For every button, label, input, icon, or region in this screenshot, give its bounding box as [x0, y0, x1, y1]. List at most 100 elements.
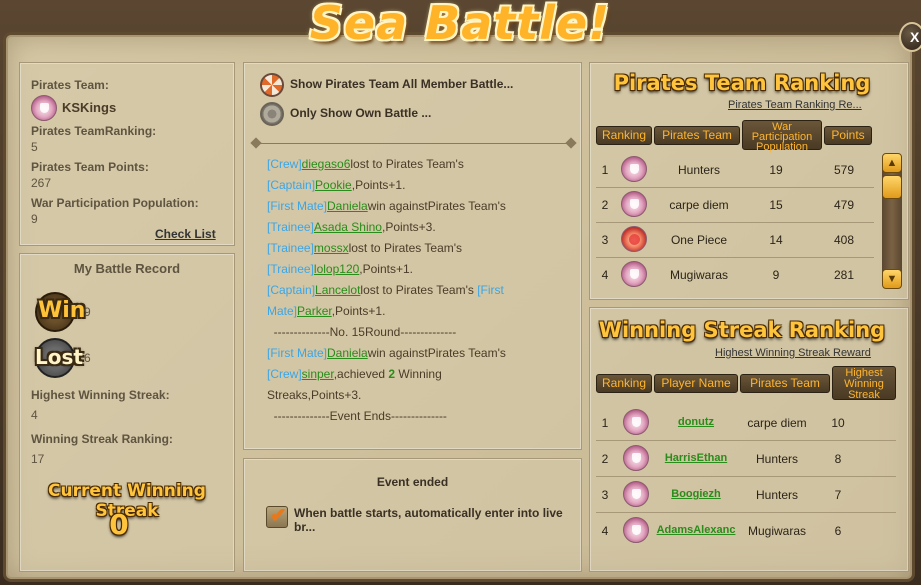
streak-reward-link[interactable]: Highest Winning Streak Reward — [715, 347, 871, 359]
log-player-name[interactable]: Daniela — [327, 346, 368, 360]
team-cell: Hunters — [755, 488, 799, 502]
log-role: Mate] — [267, 304, 298, 318]
log-player-name[interactable]: Asada Shino — [314, 220, 382, 234]
team-name: KSKings — [62, 100, 117, 115]
battle-log: [Crew]diegaso6lost to Pirates Team's [Cap… — [267, 154, 577, 427]
highest-streak-value: 4 — [31, 408, 38, 422]
battle-log-panel: Show Pirates Team All Member Battle... O… — [243, 62, 582, 450]
streak-ranking-panel: Winning Streak Ranking Highest Winning S… — [589, 307, 909, 572]
team-points-label: Pirates Team Points: — [31, 160, 149, 174]
rank-cell: 1 — [601, 416, 609, 430]
player-name-cell[interactable]: donutz — [652, 416, 740, 428]
team-ranking-value: 5 — [31, 140, 38, 154]
col-population: War Participation Population — [742, 120, 822, 153]
scroll-up-button[interactable]: ▲ — [882, 153, 902, 173]
pink-emblem-icon — [623, 409, 649, 435]
team-info-panel: Pirates Team: KSKings Pirates TeamRankin… — [19, 62, 235, 246]
check-list-link[interactable]: Check List — [155, 227, 216, 241]
log-line: [Trainee]mossxlost to Pirates Team's — [267, 238, 577, 259]
red-heart-emblem-icon — [621, 226, 647, 252]
col-highest-streak: Highest Winning Streak — [832, 366, 896, 401]
filter-own-option[interactable]: Only Show Own Battle ... — [290, 106, 431, 120]
scroll-thumb[interactable] — [882, 175, 902, 199]
col-streak-ranking: Ranking — [596, 374, 652, 393]
rank-cell: 2 — [601, 198, 609, 212]
log-line: --------------No. 15Round-------------- — [267, 322, 577, 343]
col-streak-team: Pirates Team — [740, 374, 830, 393]
win-count: 9 — [84, 305, 91, 319]
streak-ranking-row: 4 AdamsAlexanc Mugiwaras 6 — [596, 513, 896, 549]
team-ranking-heading: Pirates Team Ranking — [613, 71, 871, 95]
log-player-name[interactable]: Daniela — [327, 199, 368, 213]
divider-right-ornament-icon — [565, 137, 577, 149]
log-player-name[interactable]: lolop120 — [314, 262, 359, 276]
log-role: [First — [477, 283, 504, 297]
log-role: [First Mate] — [267, 346, 328, 360]
log-text: lost to Pirates Team's — [350, 157, 464, 171]
log-line: Mate]Parker,Points+1. — [267, 301, 577, 322]
player-name-cell[interactable]: HarrisEthan — [652, 452, 740, 464]
log-player-name[interactable]: Parker — [297, 304, 332, 318]
log-text: ,Points+1. — [351, 178, 406, 192]
battle-record-panel: My Battle Record Win 9 Lost 6 Highest Wi… — [19, 253, 235, 572]
col-points: Points — [824, 126, 872, 145]
divider-left-ornament-icon — [250, 137, 262, 149]
log-text: ,Points+1. — [331, 304, 386, 318]
filter-all-radio-icon[interactable] — [260, 73, 284, 97]
pink-emblem-icon — [621, 156, 647, 182]
rank-cell: 4 — [601, 524, 609, 538]
population-cell: 15 — [769, 198, 783, 212]
player-name-cell[interactable]: Boogiezh — [652, 488, 740, 500]
log-player-name[interactable]: mossx — [314, 241, 349, 255]
log-role: [Trainee] — [267, 262, 314, 276]
rank-cell: 2 — [601, 452, 609, 466]
log-line: [Trainee]lolop120,Points+1. — [267, 259, 577, 280]
battle-record-heading: My Battle Record — [73, 261, 181, 276]
log-line: [First Mate]Danielawin againstPirates Te… — [267, 343, 577, 364]
streak-ranking-list: 1 donutz carpe diem 10 2 HarrisEthan Hunters 8 3… — [596, 405, 896, 565]
player-name-cell[interactable]: AdamsAlexanc — [652, 524, 740, 536]
log-text: lost to Pirates Team's — [348, 241, 463, 255]
streak-ranking-label: Winning Streak Ranking: — [31, 432, 173, 446]
team-ranking-row: 3 One Piece 14 408 — [596, 223, 874, 258]
log-role: [Trainee] — [267, 241, 314, 255]
log-text: --------------No. 15Round-------------- — [267, 325, 457, 339]
chevron-up-icon: ▲ — [886, 157, 898, 169]
auto-enter-checkbox[interactable]: ✔ — [266, 505, 288, 528]
log-line: [Captain]Lancelotlost to Pirates Team's … — [267, 280, 577, 301]
team-ranking-row: 4 Mugiwaras 9 281 — [596, 258, 874, 293]
filter-all-option[interactable]: Show Pirates Team All Member Battle... — [290, 77, 513, 91]
team-ranking-list: 1 Hunters 19 579 2 carpe diem 15 479 3 One Piece 1… — [596, 153, 874, 293]
log-line: [First Mate]Danielawin againstPirates Te… — [267, 196, 577, 217]
lost-count: 6 — [84, 351, 91, 365]
pink-emblem-icon — [623, 481, 649, 507]
points-cell: 408 — [833, 233, 855, 247]
rank-cell: 1 — [601, 163, 609, 177]
log-line: [Captain]Pookie,Points+1. — [267, 175, 577, 196]
rank-cell: 3 — [601, 488, 609, 502]
scroll-down-button[interactable]: ▼ — [882, 269, 902, 289]
streak-cell: 10 — [831, 416, 845, 430]
col-ranking: Ranking — [596, 126, 652, 145]
log-player-name[interactable]: diegaso6 — [302, 157, 351, 171]
log-line: [Crew]sinper,achieved 2 Winning — [267, 364, 577, 385]
chevron-down-icon: ▼ — [886, 273, 898, 285]
rank-cell: 4 — [601, 268, 609, 282]
pink-emblem-icon — [623, 445, 649, 471]
log-player-name[interactable]: sinper — [302, 367, 334, 381]
close-button[interactable]: X — [899, 22, 921, 52]
points-cell: 479 — [833, 198, 855, 212]
filter-own-radio-icon[interactable] — [260, 102, 284, 126]
log-role: [Trainee] — [267, 220, 314, 234]
log-player-name[interactable]: Lancelot — [315, 283, 360, 297]
log-player-name[interactable]: Pookie — [315, 178, 352, 192]
log-text: ,achieved — [333, 367, 389, 381]
pink-emblem-icon — [623, 517, 649, 543]
team-cell: carpe diem — [747, 416, 807, 430]
streak-cell: 6 — [834, 524, 842, 538]
log-role: [Captain] — [267, 283, 316, 297]
team-ranking-reward-link[interactable]: Pirates Team Ranking Re... — [728, 99, 862, 111]
auto-enter-label: When battle starts, automatically enter … — [294, 506, 563, 534]
pink-emblem-icon — [621, 261, 647, 287]
window-title: Sea Battle! — [309, 0, 611, 50]
